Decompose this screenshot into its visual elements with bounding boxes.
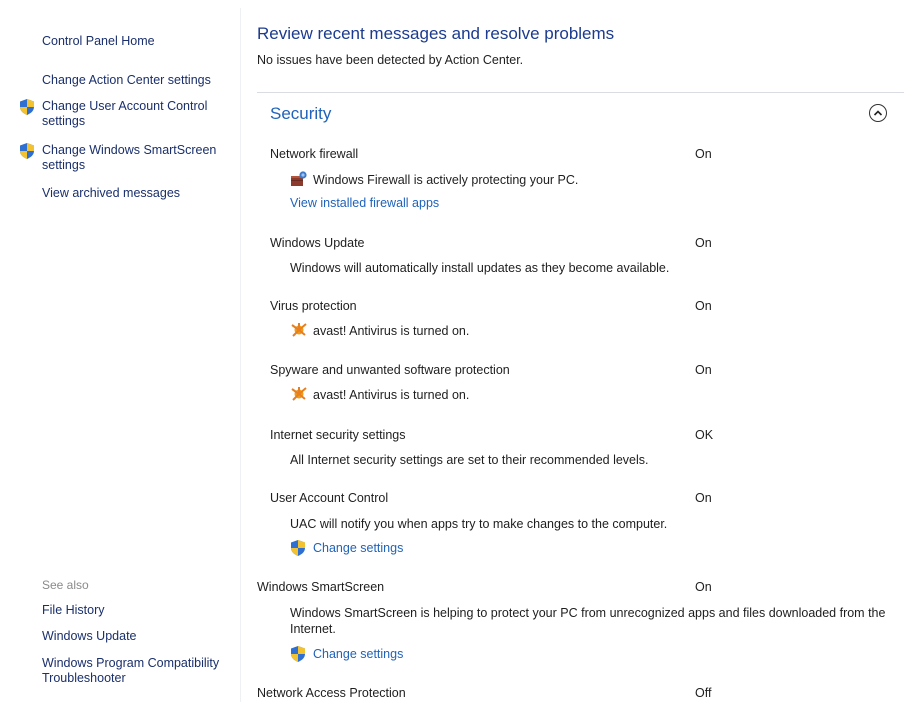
section-divider [257,92,904,93]
virus-protection-name: Virus protection [270,299,357,313]
uac-shield-icon [291,540,305,556]
internet-security-description: All Internet security settings are set t… [290,453,649,467]
network-firewall-status: On [695,147,712,161]
smartscreen-name: Windows SmartScreen [257,580,385,594]
virus-protection-status: On [695,299,712,313]
network-firewall-description: Windows Firewall is actively protecting … [313,173,579,187]
file-history-link[interactable]: File History [42,603,232,618]
view-archived-messages-link[interactable]: View archived messages [42,186,232,201]
windows-update-name: Windows Update [270,236,365,250]
change-action-center-settings-link[interactable]: Change Action Center settings [42,73,232,88]
sidebar: Control Panel Home Change Action Center … [0,0,240,702]
avast-icon [291,387,307,401]
collapse-chevron-icon[interactable] [869,104,887,122]
page-subtitle: No issues have been detected by Action C… [257,53,524,67]
windows-update-status: On [695,236,712,250]
see-also-heading: See also [42,578,89,592]
smartscreen-status: On [695,580,712,594]
security-section-title[interactable]: Security [270,104,331,124]
uac-name: User Account Control [270,491,389,505]
uac-description: UAC will notify you when apps try to mak… [290,517,668,531]
uac-change-settings-link[interactable]: Change settings [313,541,403,555]
nap-status: Off [695,686,712,700]
virus-protection-description: avast! Antivirus is turned on. [313,324,470,338]
avast-icon [291,323,307,337]
control-panel-home-link[interactable]: Control Panel Home [42,34,155,48]
change-uac-settings-link[interactable]: Change User Account Control settings [42,99,232,129]
spyware-protection-name: Spyware and unwanted software protection [270,363,510,377]
spyware-protection-description: avast! Antivirus is turned on. [313,388,470,402]
view-firewall-apps-link[interactable]: View installed firewall apps [290,196,439,210]
smartscreen-change-settings-link[interactable]: Change settings [313,647,403,661]
windows-update-link[interactable]: Windows Update [42,629,232,644]
page-title: Review recent messages and resolve probl… [257,24,615,43]
sidebar-divider [240,8,241,702]
compatibility-troubleshooter-link[interactable]: Windows Program Compatibility Troublesho… [42,656,227,686]
smartscreen-description: Windows SmartScreen is helping to protec… [290,606,886,636]
internet-security-name: Internet security settings [270,428,406,442]
internet-security-status: OK [695,428,714,442]
uac-status: On [695,491,712,505]
windows-update-description: Windows will automatically install updat… [290,261,670,275]
change-smartscreen-settings-link[interactable]: Change Windows SmartScreen settings [42,143,232,173]
uac-shield-icon [20,99,34,115]
nap-name: Network Access Protection [257,686,406,700]
firewall-icon [291,171,307,186]
spyware-protection-status: On [695,363,712,377]
network-firewall-name: Network firewall [270,147,359,161]
uac-shield-icon [20,143,34,159]
uac-shield-icon [291,646,305,662]
